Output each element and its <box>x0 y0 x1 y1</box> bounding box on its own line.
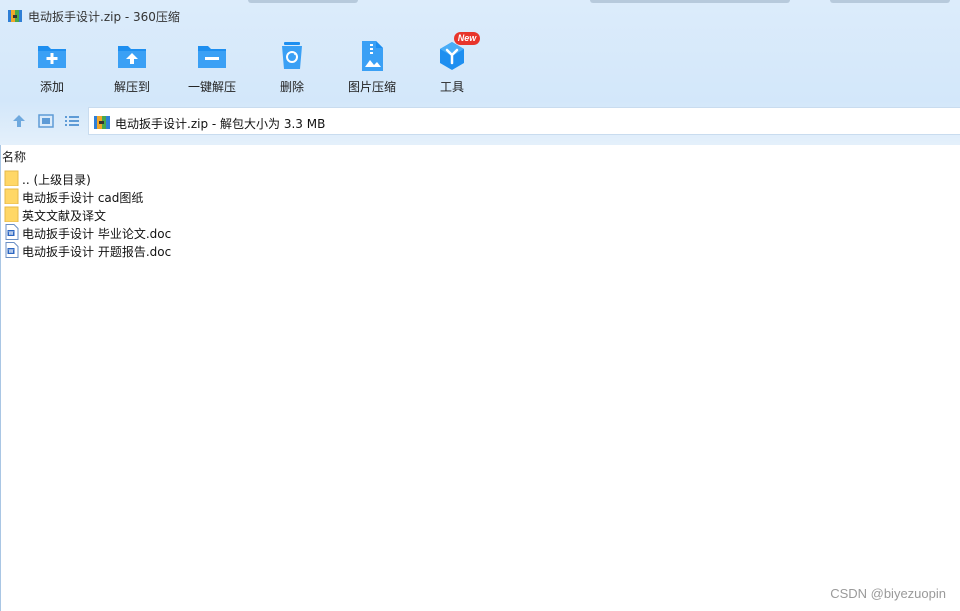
list-item-folder[interactable]: 电动扳手设计 cad图纸 <box>4 187 304 205</box>
file-list: 名称 .. (上级目录) 电动扳手设计 cad图纸 英文文献及译文 W 电动扳手… <box>0 145 960 611</box>
extract-to-icon <box>118 46 146 68</box>
one-click-extract-label: 一键解压 <box>187 80 236 94</box>
zip-archive-icon <box>94 116 110 129</box>
up-arrow-icon[interactable] <box>11 113 27 129</box>
add-folder-icon <box>38 46 66 68</box>
file-name: 电动扳手设计 开题报告.doc <box>22 245 172 259</box>
list-item-parent-directory[interactable]: .. (上级目录) <box>4 169 304 187</box>
titlebar-decoration <box>830 0 950 3</box>
folder-icon <box>4 206 19 222</box>
delete-button[interactable]: 删除 <box>252 40 332 96</box>
one-click-extract-button[interactable]: 一键解压 <box>172 40 252 96</box>
word-document-icon: W <box>5 224 19 240</box>
address-path: 电动扳手设计.zip - 解包大小为 3.3 MB <box>115 117 326 131</box>
tools-button[interactable]: 工具 <box>412 40 492 96</box>
list-view-icon[interactable] <box>64 113 80 129</box>
image-compress-button[interactable]: 图片压缩 <box>332 40 412 96</box>
add-button[interactable]: 添加 <box>12 40 92 96</box>
new-badge: New <box>454 32 480 45</box>
file-name: 英文文献及译文 <box>22 209 107 223</box>
folder-icon <box>4 170 19 186</box>
recycle-bin-icon <box>282 42 302 69</box>
list-item-folder[interactable]: 英文文献及译文 <box>4 205 304 223</box>
list-item-doc[interactable]: W 电动扳手设计 开题报告.doc <box>4 241 304 259</box>
navigation-bar: 电动扳手设计.zip - 解包大小为 3.3 MB <box>0 106 960 136</box>
file-name: 电动扳手设计 cad图纸 <box>22 191 144 205</box>
folder-icon <box>4 188 19 204</box>
image-compress-label: 图片压缩 <box>347 80 396 94</box>
titlebar-decoration <box>590 0 790 3</box>
thumbnail-view-icon[interactable] <box>38 113 54 129</box>
svg-text:W: W <box>9 249 14 255</box>
word-document-icon: W <box>5 242 19 258</box>
image-compress-icon <box>362 41 383 71</box>
title-bar: 电动扳手设计.zip - 360压缩 <box>0 0 960 32</box>
file-name: 电动扳手设计 毕业论文.doc <box>22 227 172 241</box>
watermark: CSDN @biyezuopin <box>830 586 946 601</box>
file-name: .. (上级目录) <box>22 173 91 187</box>
delete-label: 删除 <box>279 80 304 94</box>
app-zip-icon <box>8 10 22 22</box>
top-panel: 电动扳手设计.zip - 360压缩 添加 解压到 一键解压 删除 图片压缩 工… <box>0 0 960 145</box>
extract-to-label: 解压到 <box>113 80 150 94</box>
add-label: 添加 <box>39 80 64 94</box>
list-item-doc[interactable]: W 电动扳手设计 毕业论文.doc <box>4 223 304 241</box>
tools-label: 工具 <box>439 80 464 94</box>
window-title: 电动扳手设计.zip - 360压缩 <box>28 10 180 24</box>
svg-text:W: W <box>9 231 14 237</box>
extract-to-button[interactable]: 解压到 <box>92 40 172 96</box>
one-click-extract-icon <box>198 46 226 68</box>
address-bar[interactable]: 电动扳手设计.zip - 解包大小为 3.3 MB <box>88 107 960 135</box>
column-header-name[interactable]: 名称 <box>2 148 26 165</box>
titlebar-decoration <box>248 0 358 3</box>
